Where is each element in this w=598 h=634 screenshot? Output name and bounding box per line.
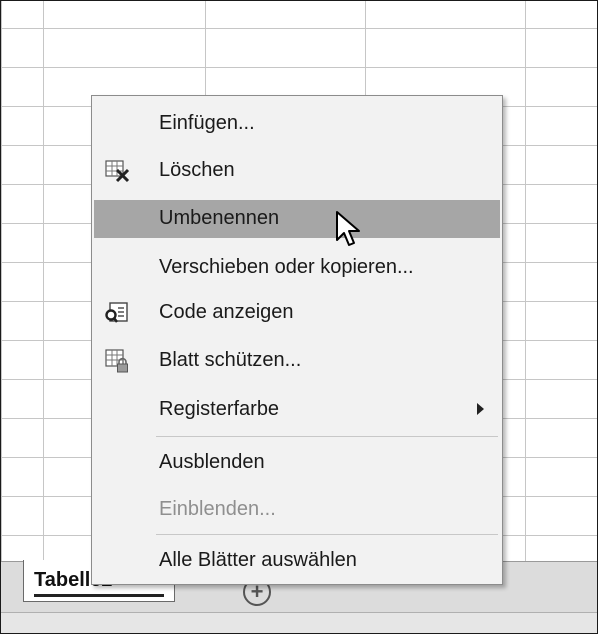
active-sheet-underline — [34, 594, 164, 597]
menu-item-label: Alle Blätter auswählen — [159, 549, 357, 571]
context-menu: Einfügen... Löschen Umbenennen Verschieb… — [91, 95, 503, 585]
delete-sheet-icon — [105, 160, 130, 183]
column-gridline — [43, 1, 44, 561]
menu-item-label: Einfügen... — [159, 112, 255, 134]
menu-separator — [156, 534, 498, 535]
column-gridline — [525, 1, 526, 561]
view-code-icon — [105, 302, 128, 323]
menu-item-umbenennen[interactable]: Umbenennen — [94, 200, 500, 238]
status-bar — [1, 612, 597, 633]
menu-item-einfuegen[interactable]: Einfügen... — [94, 105, 500, 143]
menu-item-ausblenden[interactable]: Ausblenden — [94, 444, 500, 482]
menu-item-label: Registerfarbe — [159, 398, 280, 420]
spreadsheet-window: Tabelle2 + Einfügen... Löschen Umbenenne… — [0, 0, 598, 634]
menu-item-label: Verschieben oder kopieren... — [159, 256, 414, 278]
menu-item-label: Ausblenden — [159, 451, 265, 473]
menu-item-code-anzeigen[interactable]: Code anzeigen — [94, 294, 500, 332]
menu-item-alle-blaetter-auswaehlen[interactable]: Alle Blätter auswählen — [94, 542, 500, 580]
menu-item-label: Code anzeigen — [159, 301, 294, 323]
menu-item-blatt-schuetzen[interactable]: Blatt schützen... — [94, 342, 500, 380]
menu-item-verschieben-kopieren[interactable]: Verschieben oder kopieren... — [94, 249, 500, 287]
menu-separator — [156, 436, 498, 437]
menu-item-einblenden: Einblenden... — [94, 491, 500, 529]
submenu-arrow-icon — [477, 403, 484, 415]
menu-item-registerfarbe[interactable]: Registerfarbe — [94, 391, 500, 429]
menu-item-loeschen[interactable]: Löschen — [94, 152, 500, 190]
menu-item-label: Löschen — [159, 159, 235, 181]
menu-item-label: Umbenennen — [159, 207, 280, 229]
menu-item-label: Blatt schützen... — [159, 349, 302, 371]
menu-item-label: Einblenden... — [159, 498, 276, 520]
protect-sheet-icon — [105, 349, 128, 373]
mouse-cursor-icon — [336, 211, 360, 246]
